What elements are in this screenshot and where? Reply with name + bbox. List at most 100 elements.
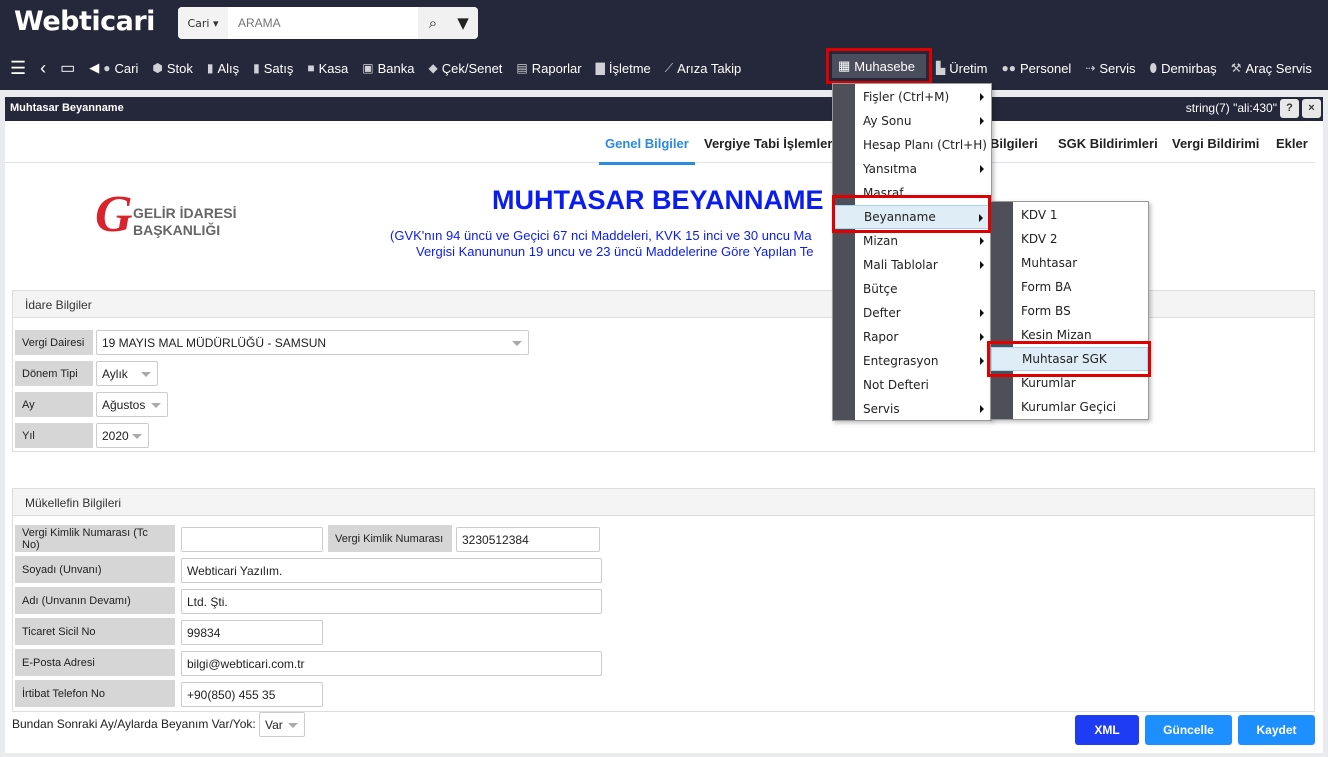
submenu-item-muhtasar[interactable]: Muhtasar [991,251,1148,275]
highlight-beyanname [832,195,991,233]
tab-genel-bilgiler[interactable]: Genel Bilgiler [599,136,695,165]
arrow-right-icon: ⇢ [1085,61,1096,75]
menu-item-hesap[interactable]: Hesap Planı (Ctrl+H) [833,133,991,157]
tel-input[interactable]: +90(850) 455 35 [181,682,323,707]
subtitle-line-1: (GVK'nın 94 üncü ve Geçici 67 nci Maddel… [390,228,812,243]
subtitle-line-2: Vergisi Kanununun 19 uncu ve 23 üncü Mad… [416,244,814,259]
clipboard-icon: ▤ [516,61,528,75]
nav-kasa[interactable]: ■ Kasa [307,61,348,76]
label: Dönem Tipi [15,361,93,386]
menu-item-bütçe[interactable]: Bütçe [833,277,991,301]
menu-item-defter[interactable]: Defter [833,301,991,325]
eposta-input[interactable]: bilgi@webticari.com.tr [181,651,602,676]
highlight-muhtasar-sgk [987,341,1151,377]
top-bar: Webticari Cari ▾ ⌕ ▼ ☰ ‹ ▭ ◀ ●Cari ⬢Stok… [0,0,1328,90]
search-bar: Cari ▾ ⌕ ▼ [178,7,478,39]
tc-input[interactable] [181,527,323,552]
tab-vergiye-tabi[interactable]: Vergiye Tabi İşlemler [704,136,832,151]
nav-personel[interactable]: ●● Personel [1002,61,1072,76]
nav-cek-senet[interactable]: ◆ Çek/Senet [428,61,502,76]
tab-sgk-bildirimleri[interactable]: SGK Bildirimleri [1058,136,1158,151]
label: Ticaret Sicil No [15,618,175,645]
label: Vergi Kimlik Numarası [328,525,452,552]
vkn-input[interactable]: 3230512384 [456,527,600,552]
factory-icon: ▙ [936,61,946,75]
submenu-item-form-bs[interactable]: Form BS [991,299,1148,323]
submenu-item-form-ba[interactable]: Form BA [991,275,1148,299]
asset-icon: ⬮ [1149,60,1158,75]
xml-button[interactable]: XML [1075,715,1139,745]
calculator-icon: ▦ [838,58,851,73]
nav-satis[interactable]: ▮ Satış [253,61,293,76]
nav-arac-servis[interactable]: ⚒ Araç Servis [1231,61,1312,76]
monitor-icon[interactable]: ▭ [60,58,75,78]
menu-item-yansıtma[interactable]: Yansıtma [833,157,991,181]
search-input[interactable] [228,16,418,30]
tab-bilgileri[interactable]: Bilgileri [990,136,1038,151]
submenu-item-kdv-1[interactable]: KDV 1 [991,203,1148,227]
debug-text: string(7) "ali:430" [1185,101,1277,115]
yil-select[interactable]: 2020 [96,423,149,448]
nav-isletme[interactable]: ▇ İşletme [596,61,651,76]
filter-icon[interactable]: ▼ [448,7,478,39]
main-nav-right: ▙ Üretim ●● Personel ⇢ Servis ⬮ Demirbaş ⚒ Ar… [936,56,1326,80]
logo[interactable]: Webticari [14,6,155,37]
menu-item-servis[interactable]: Servis [833,397,991,421]
wrench-icon: ⚒ [1230,61,1242,75]
nav-uretim[interactable]: ▙ Üretim [936,61,988,76]
beyan-select[interactable]: Var [259,712,305,737]
nav-cari[interactable]: ● Cari [103,61,138,76]
menu-item-rapor[interactable]: Rapor [833,325,991,349]
submenu-item-kdv-2[interactable]: KDV 2 [991,227,1148,251]
nav-raporlar[interactable]: ▤ Raporlar [516,61,581,76]
menu-item-ay[interactable]: Ay Sonu [833,109,991,133]
menu-item-mali[interactable]: Mali Tablolar [833,253,991,277]
tab-vergi-bildirimi[interactable]: Vergi Bildirimi [1172,136,1259,151]
nav-banka[interactable]: ▣ Banka [362,61,414,76]
bag-up-icon: ▮ [253,61,260,75]
menu-item-entegrasyon[interactable]: Entegrasyon [833,349,991,373]
page-title: MUHTASAR BEYANNAME [492,185,824,215]
submenu-item-kurumlar-geçici[interactable]: Kurumlar Geçici [991,395,1148,419]
adi-input[interactable]: Ltd. Şti. [181,589,602,614]
kaydet-button[interactable]: Kaydet [1238,715,1315,745]
nav-alis[interactable]: ▮ Alış [207,61,239,76]
nav-servis[interactable]: ⇢ Servis [1085,61,1135,76]
money-icon: ▣ [362,61,374,75]
vergi-dairesi-select[interactable]: 19 MAYIS MAL MÜDÜRLÜĞÜ - SAMSUN [96,330,529,355]
menu-icon[interactable]: ☰ [10,58,26,79]
main-nav: ☰ ‹ ▭ ◀ ● Cari ⬢ Stok ▮ Alış ▮ Satış ■ Kasa ▣… [10,56,755,80]
menu-item-fişler[interactable]: Fişler (Ctrl+M) [833,85,991,109]
sicil-input[interactable]: 99834 [181,620,323,645]
label: Vergi Kimlik Numarası (Tc No) [15,525,175,552]
back-icon[interactable]: ‹ [40,58,46,79]
guncelle-button[interactable]: Güncelle [1145,715,1232,745]
tab-ekler[interactable]: Ekler [1276,136,1308,151]
ticket-icon: ◆ [428,61,438,75]
beyan-question: Bundan Sonraki Ay/Aylarda Beyanım Var/Yo… [12,717,256,731]
wallet-icon: ■ [307,61,315,75]
nav-left-icon[interactable]: ◀ [89,60,99,76]
donem-tipi-select[interactable]: Aylık [96,361,158,386]
soyadi-input[interactable]: Webticari Yazılım. [181,558,602,583]
label: İrtibat Telefon No [15,680,175,707]
search-scope-select[interactable]: Cari ▾ [178,7,228,39]
help-button[interactable]: ? [1280,99,1299,118]
beyanname-submenu: KDV 1 KDV 2 Muhtasar Form BA Form BS Kesin Mi… [990,201,1149,420]
bag-down-icon: ▮ [206,61,214,75]
window-header: Muhtasar Beyanname string(7) "ali:430" ?… [5,97,1323,121]
box-icon: ⬢ [152,61,163,75]
label: Ay [15,392,93,417]
menu-item-not[interactable]: Not Defteri [833,373,991,397]
label: Soyadı (Unvanı) [15,556,175,583]
search-icon[interactable]: ⌕ [418,7,448,39]
nav-ariza-takip[interactable]: ⟋ Arıza Takip [665,61,741,76]
nav-stok[interactable]: ⬢ Stok [152,61,193,76]
label: Adı (Unvanın Devamı) [15,587,175,614]
label: Vergi Dairesi [15,330,93,355]
nav-demirbas[interactable]: ⬮ Demirbaş [1150,61,1217,76]
nav-muhasebe[interactable]: ▦ Muhasebe [826,48,932,84]
close-button[interactable]: × [1302,99,1321,118]
tabs: Genel Bilgiler Vergiye Tabi İşlemler Bil… [5,123,1315,165]
ay-select[interactable]: Ağustos [96,392,168,417]
